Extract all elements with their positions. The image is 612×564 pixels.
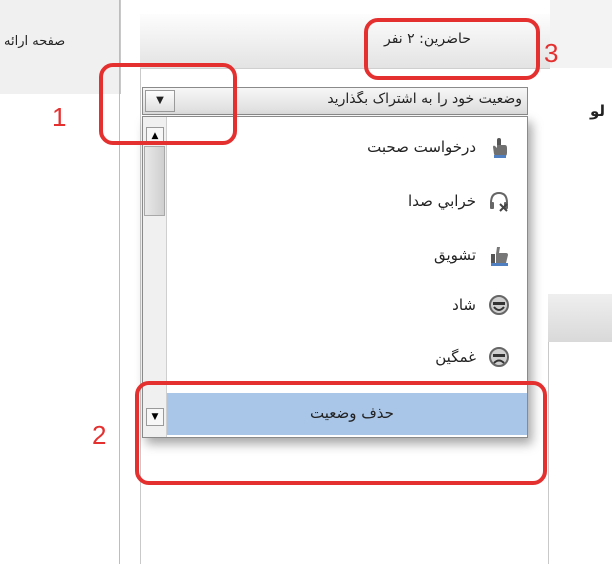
right-panel-header <box>548 294 612 342</box>
annotation-number: 1 <box>52 102 67 132</box>
happy-face-icon <box>489 295 509 315</box>
annotation-box-combo-arrow <box>99 63 237 145</box>
status-option-label: خرابي صدا <box>408 192 476 210</box>
status-option-label: غمگين <box>435 348 476 366</box>
thumbs-up-icon <box>491 247 508 266</box>
hand-raise-icon <box>493 138 507 158</box>
presentation-tab-label: صفحه ارائه <box>4 34 66 49</box>
right-panel-border <box>548 342 549 564</box>
annotation-box-attendees <box>364 18 540 80</box>
status-option-label: درخواست صحبت <box>367 138 476 156</box>
status-option-label: تشويق <box>434 246 476 264</box>
header-right-area <box>550 0 612 68</box>
sad-face-icon <box>489 347 509 367</box>
headset-muted-icon <box>490 191 508 212</box>
scrollbar-thumb[interactable] <box>144 146 165 216</box>
status-option-applause[interactable]: تشويق <box>170 240 522 272</box>
status-option-sad[interactable]: غمگين <box>170 342 522 374</box>
status-combobox-value: وضعيت خود را به اشتراک بگذاريد <box>327 91 522 107</box>
status-option-happy[interactable]: شاد <box>170 290 522 322</box>
annotation-box-remove-status <box>135 381 547 485</box>
partial-heading: لو <box>590 102 606 120</box>
status-option-label: شاد <box>452 296 476 314</box>
annotation-number: 3 <box>544 38 559 68</box>
status-option-audio-problem[interactable]: خرابي صدا <box>170 186 522 218</box>
annotation-number: 2 <box>92 420 107 450</box>
